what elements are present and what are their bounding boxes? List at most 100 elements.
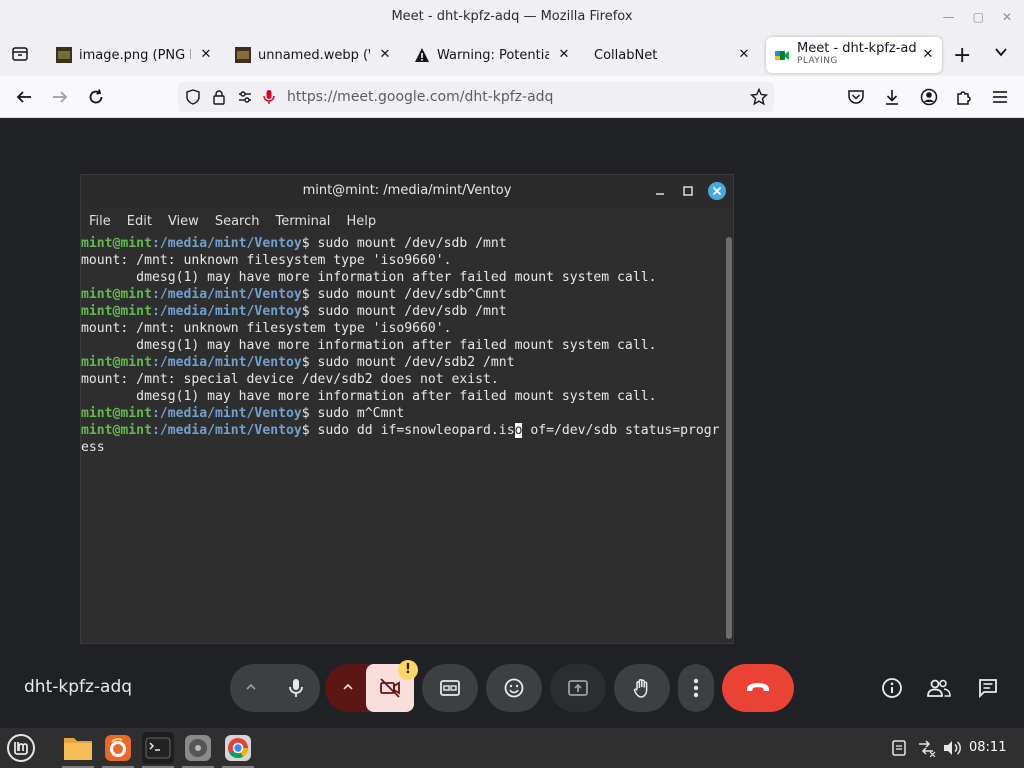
- present-screen-button[interactable]: [550, 664, 606, 712]
- tab-unnamed-webp[interactable]: unnamed.webp (WE ✕: [227, 37, 399, 73]
- image-thumbnail-icon: [56, 47, 72, 63]
- minimize-button[interactable]: —: [943, 10, 955, 24]
- navigation-bar: https://meet.google.com/dht-kpfz-adq: [0, 76, 1024, 118]
- firefox-view-button[interactable]: [8, 42, 32, 66]
- video-options-button[interactable]: [341, 679, 355, 698]
- menu-edit[interactable]: Edit: [127, 214, 152, 229]
- present-screen-icon: [568, 680, 588, 696]
- terminal-command-line: mint@mint:/media/mint/Ventoy$ sudo mount…: [81, 303, 725, 320]
- close-tab-icon[interactable]: ✕: [377, 47, 393, 62]
- terminal-titlebar: mint@mint: /media/mint/Ventoy: [81, 175, 733, 207]
- close-tab-icon[interactable]: ✕: [556, 47, 572, 62]
- terminal-close-icon[interactable]: [707, 175, 727, 207]
- terminal-minimize-icon[interactable]: [655, 175, 665, 207]
- more-options-button[interactable]: [678, 664, 714, 712]
- reload-button[interactable]: [84, 85, 108, 109]
- menu-view[interactable]: View: [168, 214, 199, 229]
- tray-clipboard-icon[interactable]: [890, 728, 908, 768]
- download-icon: [886, 90, 898, 105]
- chrome-app-button[interactable]: [222, 732, 254, 768]
- tab-warning[interactable]: Warning: Potential S ✕: [406, 37, 578, 73]
- maximize-button[interactable]: ▢: [973, 10, 984, 24]
- prompt-user: mint@mint: [81, 287, 152, 302]
- leave-call-button[interactable]: [722, 664, 794, 712]
- hamburger-menu-icon: [993, 91, 1007, 103]
- audio-options-button[interactable]: [244, 679, 258, 698]
- raise-hand-button[interactable]: [614, 664, 670, 712]
- microphone-active-icon[interactable]: [260, 88, 278, 106]
- files-app-button[interactable]: [62, 732, 94, 768]
- app-menu-button[interactable]: [988, 85, 1012, 109]
- tab-image-png[interactable]: image.png (PNG Ima ✕: [48, 37, 220, 73]
- bookmark-star-icon[interactable]: [750, 88, 768, 106]
- close-tab-icon[interactable]: ✕: [198, 47, 214, 62]
- reload-icon: [89, 89, 103, 104]
- microphone-button[interactable]: [272, 664, 320, 712]
- firefox-view-icon: [12, 47, 28, 61]
- forward-button[interactable]: [48, 85, 72, 109]
- permissions-icon[interactable]: [236, 88, 254, 106]
- chrome-icon: [225, 735, 251, 761]
- lock-icon[interactable]: [210, 88, 228, 106]
- camera-warning-badge[interactable]: !: [398, 660, 418, 680]
- terminal-maximize-icon[interactable]: [683, 175, 693, 207]
- downloads-button[interactable]: [880, 85, 904, 109]
- tab-label: CollabNet: [594, 47, 658, 63]
- account-button[interactable]: [917, 85, 941, 109]
- volume-icon[interactable]: [942, 728, 962, 768]
- terminal-command-line: mint@mint:/media/mint/Ventoy$ sudo mount…: [81, 286, 725, 303]
- emoji-icon: [504, 678, 524, 698]
- extensions-button[interactable]: [952, 85, 976, 109]
- menu-help[interactable]: Help: [346, 214, 376, 229]
- people-button[interactable]: [926, 675, 952, 701]
- terminal-output-line: dmesg(1) may have more information after…: [81, 270, 657, 285]
- linux-mint-logo-icon: [7, 734, 35, 762]
- tab-label: unnamed.webp (WE: [258, 47, 370, 63]
- new-tab-button[interactable]: +: [953, 43, 971, 68]
- shield-icon[interactable]: [184, 88, 202, 106]
- prompt-path: :/media/mint/Ventoy: [151, 355, 302, 370]
- microphone-icon: [289, 679, 303, 697]
- tab-collabnet[interactable]: CollabNet ✕: [586, 37, 758, 73]
- more-vertical-icon: [693, 678, 699, 698]
- back-button[interactable]: [12, 85, 36, 109]
- menu-file[interactable]: File: [89, 214, 111, 229]
- system-clock[interactable]: 08:11: [969, 740, 1006, 755]
- terminal-output-line: mount: /mnt: unknown filesystem type 'is…: [81, 253, 452, 268]
- prompt-user: mint@mint: [81, 423, 152, 438]
- terminal-output-line: dmesg(1) may have more information after…: [81, 338, 657, 353]
- chat-button[interactable]: [975, 675, 1001, 701]
- image-thumbnail-icon: [235, 47, 251, 63]
- chevron-down-icon[interactable]: [994, 45, 1008, 59]
- meet-control-bar: dht-kpfz-adq: [0, 648, 1024, 728]
- disks-app-button[interactable]: [182, 732, 214, 768]
- menu-terminal[interactable]: Terminal: [275, 214, 330, 229]
- close-tab-icon[interactable]: ✕: [736, 47, 752, 62]
- command-text: $ sudo mount /dev/sdb^Cmnt: [301, 287, 507, 302]
- warning-icon: [415, 48, 429, 62]
- close-window-button[interactable]: ✕: [1002, 10, 1012, 24]
- menu-search[interactable]: Search: [215, 214, 260, 229]
- meeting-details-button[interactable]: [879, 675, 905, 701]
- terminal-command-line: mint@mint:/media/mint/Ventoy$ sudo mount…: [81, 354, 725, 371]
- url-bar[interactable]: https://meet.google.com/dht-kpfz-adq: [178, 82, 774, 112]
- terminal-output-line: mount: /mnt: special device /dev/sdb2 do…: [81, 372, 499, 387]
- raise-hand-icon: [633, 679, 648, 698]
- tab-meet-active[interactable]: Meet - dht-kpfz-adq PLAYING ✕: [766, 37, 942, 73]
- terminal-output[interactable]: mint@mint:/media/mint/Ventoy$ sudo mount…: [81, 235, 725, 643]
- system-taskbar: 08:11: [0, 728, 1024, 768]
- command-text: $ sudo m^Cmnt: [301, 406, 405, 421]
- tab-strip: image.png (PNG Ima ✕ unnamed.webp (WE ✕ …: [0, 34, 1024, 76]
- terminal-app-button[interactable]: [142, 732, 174, 768]
- close-tab-icon[interactable]: ✕: [920, 47, 936, 62]
- firefox-app-button[interactable]: [102, 732, 134, 768]
- reactions-button[interactable]: [486, 664, 542, 712]
- terminal-icon: [145, 737, 171, 759]
- captions-button[interactable]: [422, 664, 478, 712]
- terminal-scrollbar[interactable]: [726, 237, 732, 639]
- start-menu-button[interactable]: [5, 732, 37, 764]
- terminal-title: mint@mint: /media/mint/Ventoy: [302, 183, 512, 198]
- pocket-button[interactable]: [844, 85, 868, 109]
- network-disconnected-icon[interactable]: [916, 728, 936, 768]
- prompt-path: :/media/mint/Ventoy: [151, 423, 302, 438]
